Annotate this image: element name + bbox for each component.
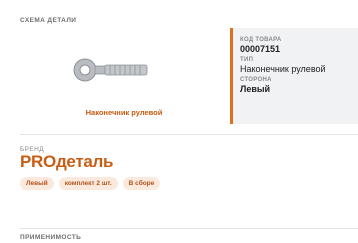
part-diagram: Наконечник рулевой [20, 28, 228, 124]
code-value: 00007151 [240, 44, 281, 54]
diagram-section-title: СХЕМА ДЕТАЛИ [20, 17, 77, 24]
type-value: Наконечник рулевой [240, 64, 326, 74]
divider [20, 228, 358, 229]
divider [20, 134, 358, 135]
part-caption: Наконечник рулевой [85, 108, 163, 117]
tag-kit[interactable]: комплект 2 шт. [58, 177, 118, 190]
tag-list: Левый комплект 2 шт. В сборе [20, 177, 161, 190]
brand-name: PROдеталь [20, 152, 114, 171]
side-label: СТОРОНА [240, 77, 272, 83]
applicability-section-title: ПРИМЕНИМОСТЬ [20, 234, 82, 241]
tie-rod-end-icon [73, 58, 148, 82]
part-info-panel: КОД ТОВАРА 00007151 ТИП Наконечник рулев… [230, 28, 358, 124]
side-value: Левый [240, 84, 271, 94]
tag-side[interactable]: Левый [20, 177, 54, 190]
tag-assembled[interactable]: В сборе [122, 177, 161, 190]
type-label: ТИП [240, 57, 254, 63]
code-label: КОД ТОВАРА [240, 37, 282, 43]
